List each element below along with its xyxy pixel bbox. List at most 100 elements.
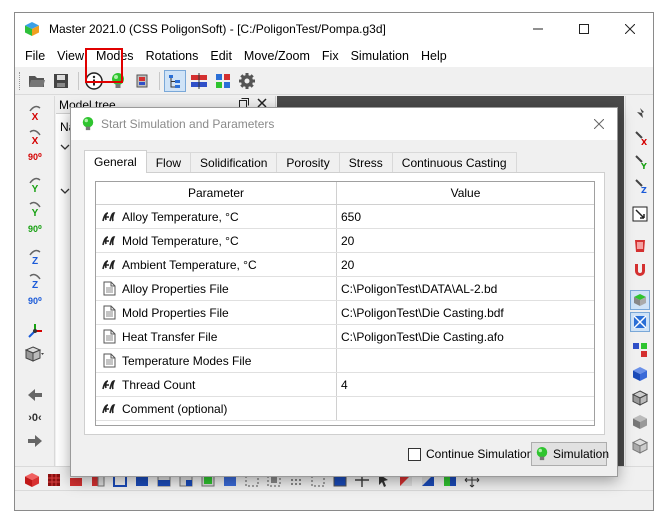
menu-file[interactable]: File — [19, 49, 51, 63]
continue-simulation-checkbox[interactable] — [408, 447, 421, 461]
simulation-control-icon[interactable] — [131, 70, 153, 92]
axis-x-label: X — [31, 136, 39, 147]
value-cell[interactable] — [337, 397, 594, 420]
continue-simulation-option[interactable]: Continue Simulation — [408, 447, 533, 461]
fix-x-icon[interactable]: X — [630, 128, 650, 148]
minimize-button[interactable] — [515, 13, 561, 45]
table-row[interactable]: Thread Count 4 — [96, 373, 594, 397]
red-solid-icon[interactable] — [24, 472, 40, 488]
column-header-parameter[interactable]: Parameter — [96, 182, 337, 204]
value-cell[interactable]: 650 — [337, 205, 594, 228]
dialog-close-button[interactable] — [589, 114, 609, 134]
axes-gizmo-icon[interactable] — [23, 322, 47, 340]
red-mesh-icon[interactable] — [46, 472, 62, 488]
parameter-cell: Comment (optional) — [96, 397, 337, 420]
fix-y-icon[interactable]: Y — [630, 152, 650, 172]
tab-stress[interactable]: Stress — [338, 152, 393, 172]
gl-icon — [100, 233, 118, 249]
arrow-right-icon[interactable] — [23, 434, 47, 448]
gray-cube-icon[interactable] — [630, 412, 650, 432]
blue-cube-icon[interactable] — [630, 364, 650, 384]
toolbar-grip[interactable] — [19, 71, 22, 90]
menu-help[interactable]: Help — [415, 49, 453, 63]
value-cell[interactable] — [337, 349, 594, 372]
fix-z-icon[interactable]: Z — [630, 176, 650, 196]
view-cube-icon[interactable] — [23, 346, 47, 362]
app-logo-icon — [24, 21, 40, 37]
menu-rotations[interactable]: Rotations — [140, 49, 205, 63]
color-blocks-icon[interactable] — [630, 340, 650, 360]
tab-continuous-casting[interactable]: Continuous Casting — [391, 152, 517, 172]
table-row[interactable]: Comment (optional) — [96, 397, 594, 421]
save-icon[interactable] — [50, 70, 72, 92]
rotate-y-minus-button[interactable]: Y — [23, 200, 47, 219]
model-tree-toggle-icon[interactable] — [164, 69, 186, 92]
magnet-icon[interactable] — [630, 260, 650, 280]
table-row[interactable]: Heat Transfer File C:\PoligonTest\Die Cas… — [96, 325, 594, 349]
rotate-x-90-button[interactable]: 90⁰ — [23, 152, 47, 163]
rotate-z-plus-button[interactable]: Z — [23, 248, 47, 267]
section-view-icon[interactable] — [630, 312, 650, 332]
menu-edit[interactable]: Edit — [204, 49, 238, 63]
column-header-value[interactable]: Value — [337, 182, 594, 204]
parameter-cell: Thread Count — [96, 373, 337, 396]
table-row[interactable]: Mold Temperature, °C 20 — [96, 229, 594, 253]
table-row[interactable]: Ambient Temperature, °C 20 — [96, 253, 594, 277]
tab-flow[interactable]: Flow — [145, 152, 192, 172]
parameter-cell: Alloy Temperature, °C — [96, 205, 337, 228]
dialog-footer: Continue Simulation Simulation — [71, 436, 617, 476]
mold-view-icon[interactable] — [630, 290, 650, 310]
parameter-cell: Mold Temperature, °C — [96, 229, 337, 252]
color-grid-icon[interactable] — [212, 70, 234, 92]
fit-view-icon[interactable] — [630, 204, 650, 224]
parameter-cell: Alloy Properties File — [96, 277, 337, 300]
rotate-y-plus-button[interactable]: Y — [23, 176, 47, 195]
tab-porosity[interactable]: Porosity — [276, 152, 340, 172]
highlight-annotation — [85, 48, 123, 83]
value-cell[interactable]: C:\PoligonTest\DATA\AL-2.bd — [337, 277, 594, 300]
menu-simulation[interactable]: Simulation — [345, 49, 415, 63]
value-cell[interactable]: 20 — [337, 253, 594, 276]
degree-label: 90⁰ — [28, 152, 42, 162]
table-row[interactable]: Alloy Properties File C:\PoligonTest\DATA… — [96, 277, 594, 301]
mesh-flags-icon[interactable] — [188, 70, 210, 92]
maximize-button[interactable] — [561, 13, 607, 45]
pin-tool-icon[interactable] — [630, 104, 650, 124]
light-cube-icon[interactable] — [630, 436, 650, 456]
value-cell[interactable]: C:\PoligonTest\Die Casting.bdf — [337, 301, 594, 324]
general-tab-panel: Parameter Value Alloy Temperature, °C 650… — [84, 172, 605, 435]
chevron-down-icon[interactable] — [60, 184, 70, 198]
center-view-button[interactable]: ›0‹ — [23, 412, 47, 424]
title-bar: Master 2021.0 (CSS PoligonSoft) - [C:/Po… — [15, 13, 653, 45]
menu-move-zoom[interactable]: Move/Zoom — [238, 49, 316, 63]
table-row[interactable]: Alloy Temperature, °C 650 — [96, 205, 594, 229]
parameter-label: Comment (optional) — [122, 401, 228, 416]
rotate-x-plus-button[interactable]: X — [23, 104, 47, 123]
table-row[interactable]: Mold Properties File C:\PoligonTest\Die C… — [96, 301, 594, 325]
wire-cube-icon[interactable] — [630, 388, 650, 408]
menu-fix[interactable]: Fix — [316, 49, 345, 63]
rotate-x-minus-button[interactable]: X — [23, 128, 47, 147]
rotate-z-90-button[interactable]: 90⁰ — [23, 296, 47, 307]
tools-toolbar: X Y Z — [625, 96, 653, 466]
open-folder-icon[interactable] — [26, 70, 48, 92]
center-view-label: ›0‹ — [28, 412, 42, 424]
rotate-y-90-button[interactable]: 90⁰ — [23, 224, 47, 235]
table-row[interactable]: Temperature Modes File — [96, 349, 594, 373]
value-cell[interactable]: C:\PoligonTest\Die Casting.afo — [337, 325, 594, 348]
gl-icon — [100, 209, 118, 225]
red-cup-icon[interactable] — [630, 236, 650, 256]
rotate-z-minus-button[interactable]: Z — [23, 272, 47, 291]
settings-gear-icon[interactable] — [236, 70, 258, 92]
degree-label: 90⁰ — [28, 296, 42, 306]
tab-solidification[interactable]: Solidification — [190, 152, 278, 172]
tab-general[interactable]: General — [84, 150, 147, 173]
chevron-down-icon[interactable] — [60, 140, 70, 154]
value-cell[interactable]: 4 — [337, 373, 594, 396]
close-button[interactable] — [607, 13, 653, 45]
svg-text:Z: Z — [641, 186, 647, 194]
gl-icon — [100, 377, 118, 393]
arrow-left-icon[interactable] — [23, 388, 47, 402]
value-cell[interactable]: 20 — [337, 229, 594, 252]
simulation-button[interactable]: Simulation — [531, 442, 609, 466]
